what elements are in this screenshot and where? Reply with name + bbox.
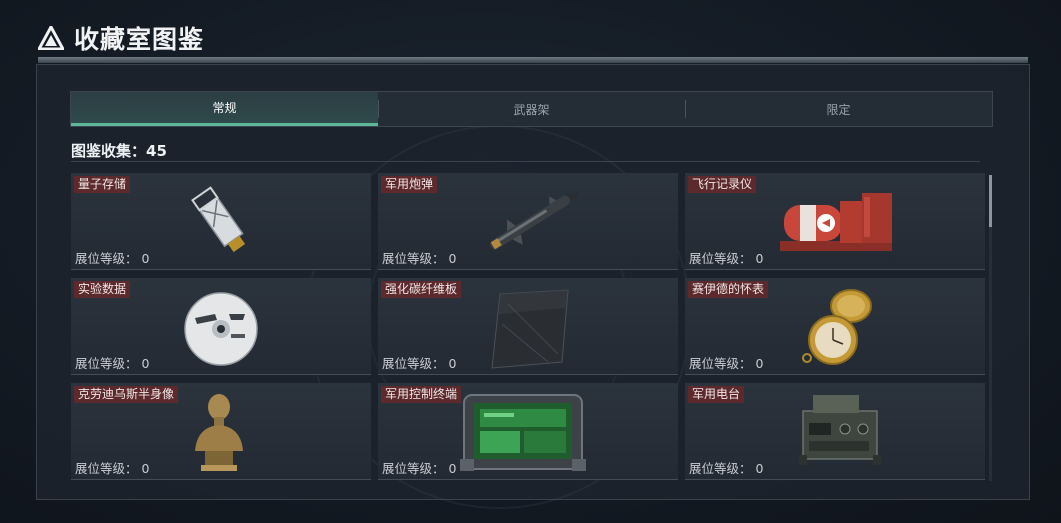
item-grid: 量子存储 展位等级： 0 军用炮弹 展位等级： 0 飞行记录仪 展位等级： 0 … [71,173,985,480]
item-level: 展位等级： 0 [75,251,150,266]
tab-weapon-rack[interactable]: 武器架 [378,92,685,126]
bust-icon [195,394,243,471]
item-card-quantum-storage[interactable]: 量子存储 展位等级： 0 [71,173,371,270]
tab-limited[interactable]: 限定 [685,92,992,126]
collection-count-label: 图鉴收集： [71,142,147,160]
tab-regular[interactable]: 常规 [71,92,378,126]
item-card-flight-recorder[interactable]: 飞行记录仪 展位等级： 0 [685,173,985,270]
item-name: 军用电台 [688,386,745,403]
flight-recorder-icon [780,193,892,251]
collection-count: 图鉴收集：45 [71,140,167,161]
triangle-logo-icon [38,26,64,50]
page-title: 收藏室图鉴 [74,25,205,54]
carbon-plate-icon [491,289,569,369]
item-level: 展位等级： 0 [689,251,764,266]
page-header: 收藏室图鉴 [38,22,204,54]
item-card-claudius-bust[interactable]: 克劳迪乌斯半身像 展位等级： 0 [71,383,371,480]
title-divider [38,57,1028,63]
item-card-military-shell[interactable]: 军用炮弹 展位等级： 0 [378,173,678,270]
item-level: 展位等级： 0 [382,356,457,371]
item-name: 飞行记录仪 [688,176,757,193]
radio-icon [799,395,881,465]
item-card-control-terminal[interactable]: 军用控制终端 展位等级： 0 [378,383,678,480]
item-name: 强化碳纤维板 [381,281,462,298]
scrollbar-thumb[interactable] [989,175,992,227]
item-name: 实验数据 [74,281,131,298]
item-level: 展位等级： 0 [75,356,150,371]
item-card-pocket-watch[interactable]: 赛伊德的怀表 展位等级： 0 [685,278,985,375]
divider [71,161,980,162]
item-card-military-radio[interactable]: 军用电台 展位等级： 0 [685,383,985,480]
collection-count-value: 45 [146,142,167,160]
item-name: 量子存储 [74,176,131,193]
scrollbar[interactable] [989,175,992,481]
item-card-carbon-plate[interactable]: 强化碳纤维板 展位等级： 0 [378,278,678,375]
item-name: 克劳迪乌斯半身像 [74,386,179,403]
category-tabs: 常规 武器架 限定 [70,91,993,127]
control-terminal-icon [460,394,586,471]
item-level: 展位等级： 0 [382,251,457,266]
item-level: 展位等级： 0 [689,461,764,476]
item-level: 展位等级： 0 [75,461,150,476]
pocket-watch-icon [802,289,872,365]
item-level: 展位等级： 0 [689,356,764,371]
item-name: 赛伊德的怀表 [688,281,769,298]
missile-icon [490,191,580,250]
collection-panel: 常规 武器架 限定 图鉴收集：45 量子存储 展位等级： 0 军用炮弹 展位等级… [36,64,1030,509]
item-name: 军用控制终端 [381,386,462,403]
item-name: 军用炮弹 [381,176,438,193]
item-level: 展位等级： 0 [382,461,457,476]
usb-drive-icon [191,186,246,253]
item-card-experimental-data[interactable]: 实验数据 展位等级： 0 [71,278,371,375]
disc-icon [184,292,258,366]
